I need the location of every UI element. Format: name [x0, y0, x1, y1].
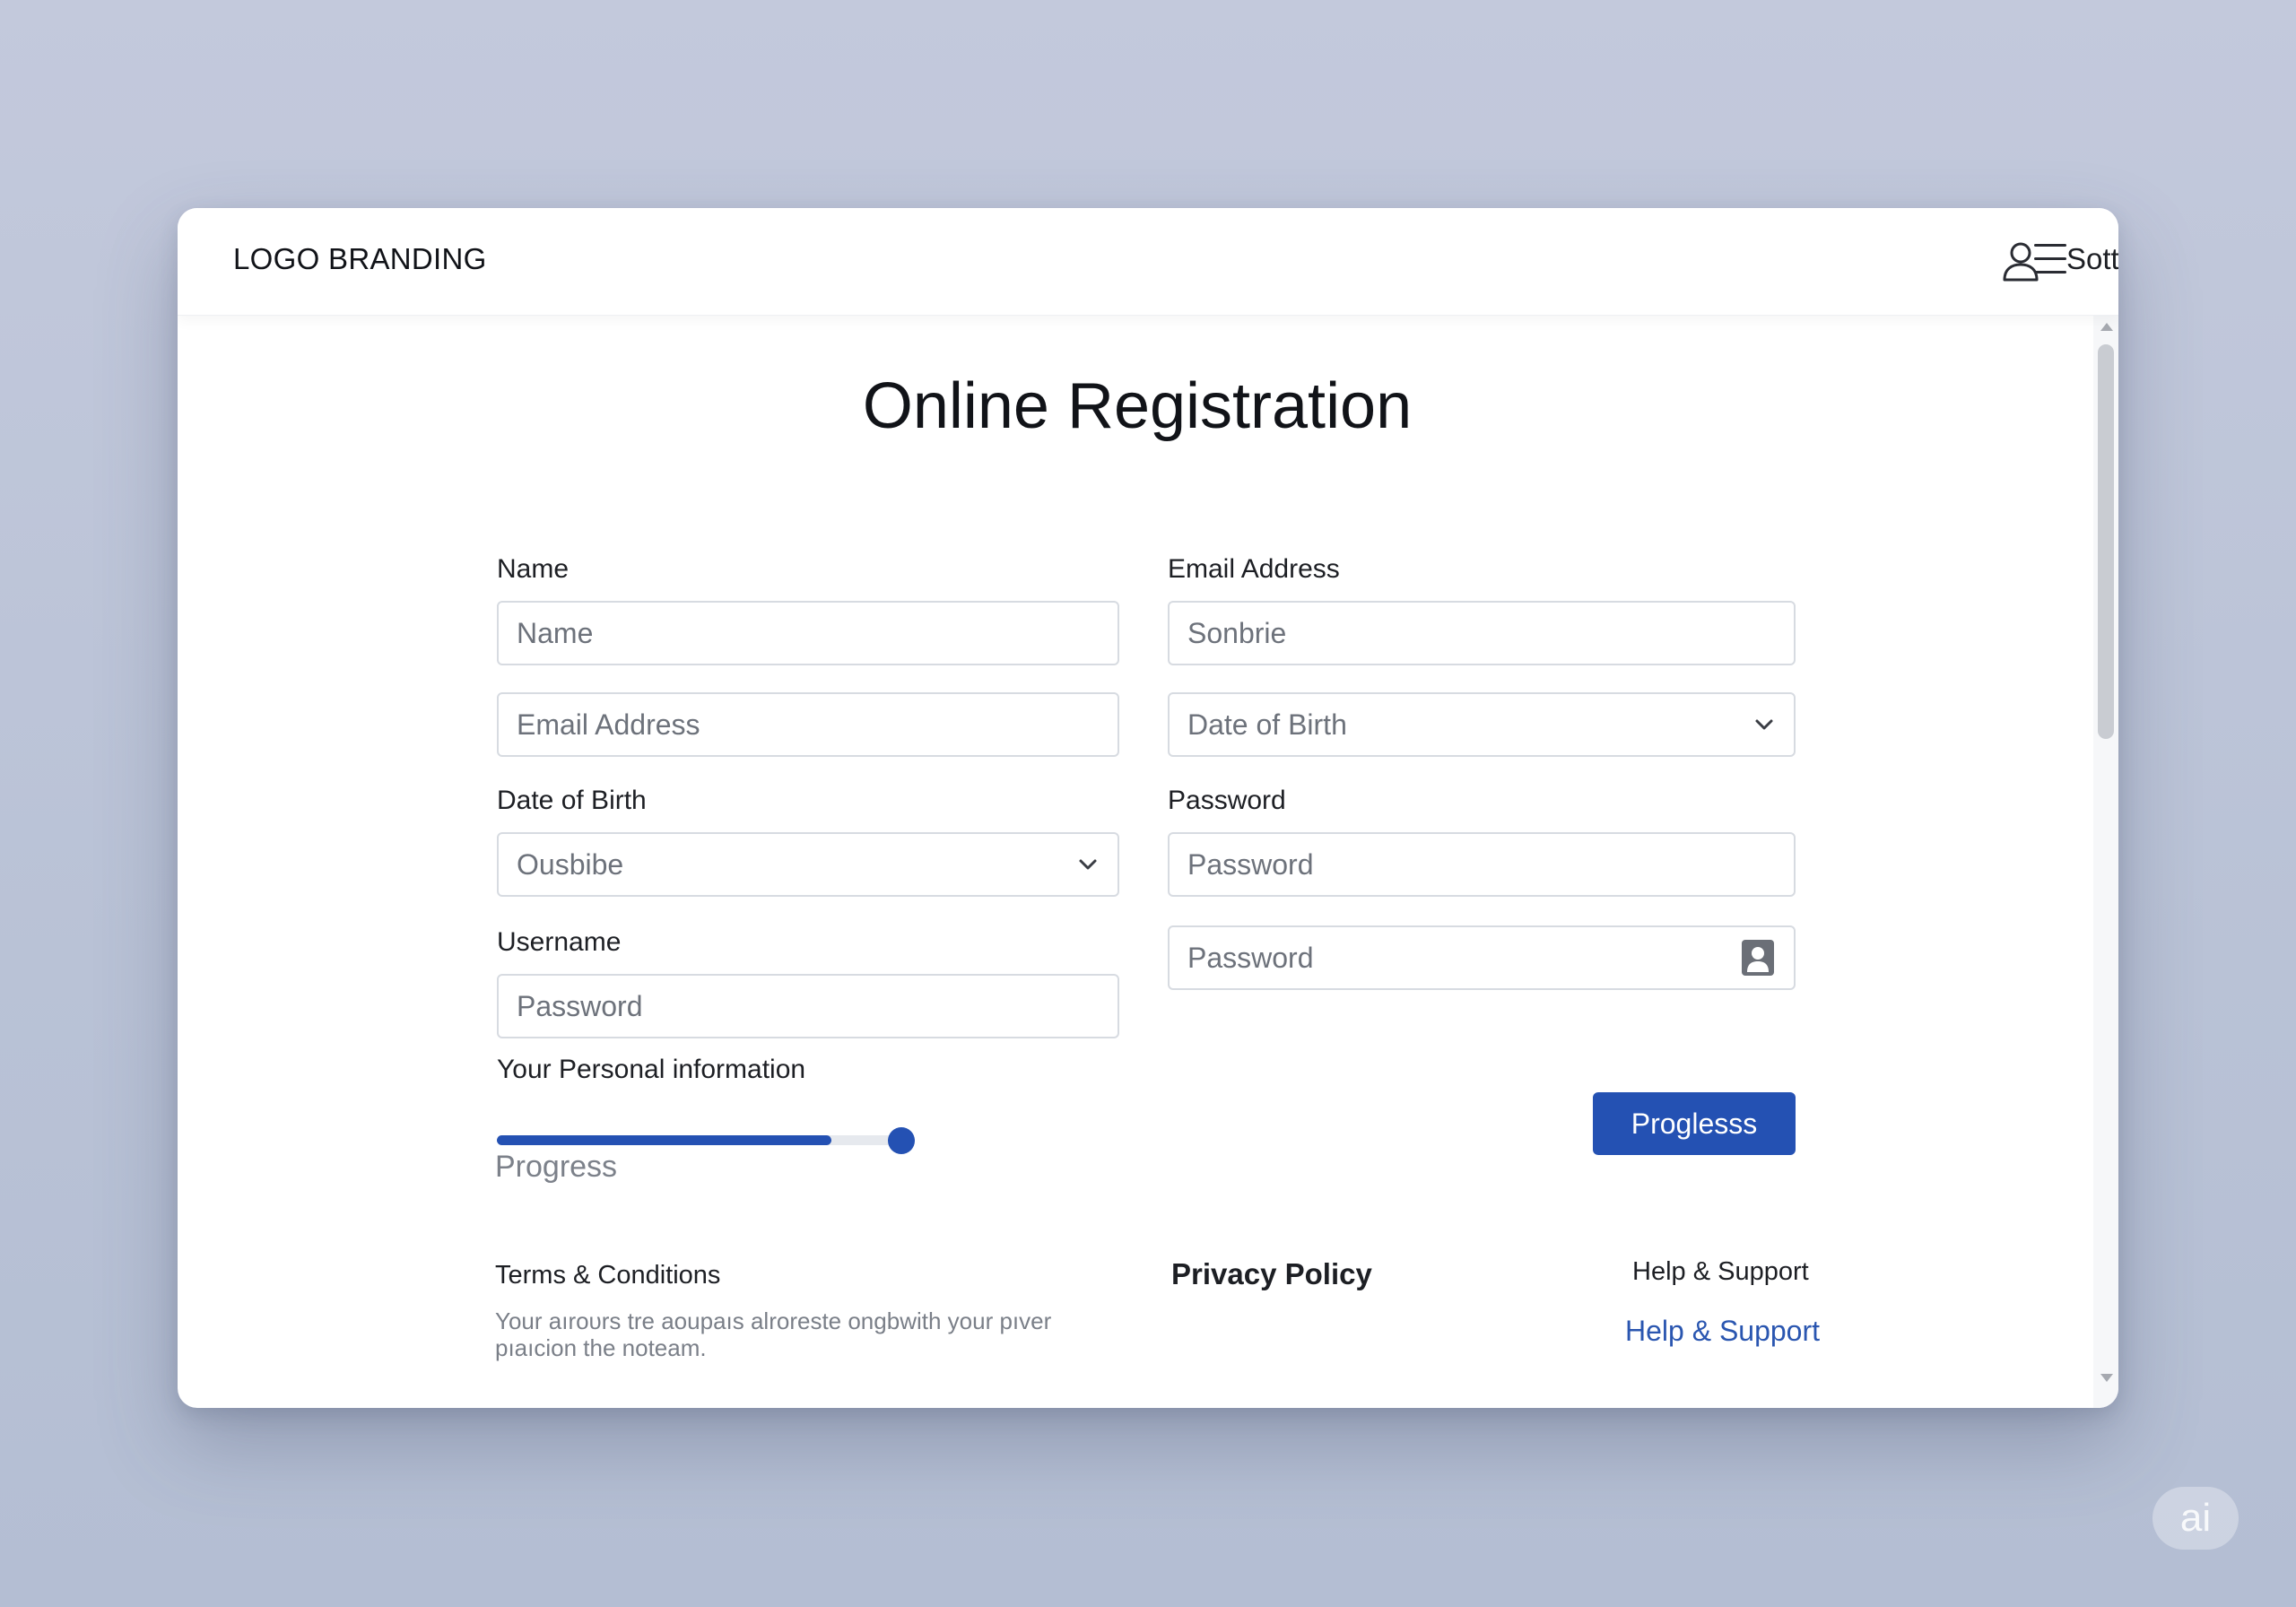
date-of-birth-select[interactable]: Ousbibe — [497, 832, 1119, 897]
password-input-placeholder: Password — [1187, 847, 1314, 881]
top-navigation-bar: LOGO BRANDING Sottom — [178, 208, 2118, 316]
progress-caption: Progress — [495, 1150, 618, 1184]
password-label: Password — [1168, 786, 1286, 815]
registration-window: LOGO BRANDING Sottom Online Registration… — [178, 208, 2118, 1408]
confirm-password-placeholder: Password — [1187, 941, 1314, 974]
username-input-placeholder: Password — [517, 989, 643, 1022]
confirm-password-input[interactable]: Password — [1168, 925, 1796, 990]
scroll-down-arrow-icon[interactable] — [2100, 1374, 2113, 1382]
progress-fill — [497, 1135, 831, 1145]
email-input-left[interactable]: Email Address — [497, 692, 1119, 757]
progress-slider[interactable] — [497, 1127, 915, 1154]
email-address-value: Sonbrie — [1187, 616, 1287, 649]
user-name[interactable]: Sottom — [2066, 242, 2118, 276]
hamburger-menu-icon[interactable] — [2034, 244, 2070, 276]
date-of-birth-select-right[interactable]: Date of Birth — [1168, 692, 1796, 757]
email-address-label: Email Address — [1168, 554, 1340, 584]
name-input[interactable]: Name — [497, 601, 1119, 665]
privacy-policy-link[interactable]: Privacy Policy — [1171, 1257, 1372, 1291]
chevron-down-icon — [1079, 859, 1097, 870]
ai-badge: ai — [2152, 1487, 2239, 1550]
email-input-placeholder: Email Address — [517, 708, 700, 741]
terms-conditions-title[interactable]: Terms & Conditions — [495, 1261, 720, 1290]
progress-slider-handle[interactable] — [888, 1127, 915, 1154]
date-of-birth-label: Date of Birth — [497, 786, 647, 815]
name-input-placeholder: Name — [517, 616, 594, 649]
page-title: Online Registration — [862, 370, 1413, 442]
email-address-input[interactable]: Sonbrie — [1168, 601, 1796, 665]
username-input[interactable]: Password — [497, 974, 1119, 1038]
date-of-birth-value: Ousbibe — [517, 847, 624, 881]
vertical-scrollbar[interactable] — [2093, 316, 2118, 1408]
name-label: Name — [497, 554, 570, 584]
date-of-birth-select-placeholder: Date of Birth — [1187, 708, 1347, 741]
personal-info-label: Your Personal information — [497, 1055, 806, 1084]
username-label: Username — [497, 927, 622, 957]
help-support-link[interactable]: Help & Support — [1625, 1315, 1820, 1348]
scroll-up-arrow-icon[interactable] — [2100, 323, 2113, 331]
contact-card-icon[interactable] — [1740, 938, 1776, 977]
logo[interactable]: LOGO BRANDING — [233, 242, 487, 276]
help-support-title: Help & Support — [1632, 1257, 1809, 1286]
scrollbar-thumb[interactable] — [2098, 344, 2114, 739]
submit-button[interactable]: Proglesss — [1593, 1092, 1796, 1155]
terms-conditions-text: Your aıroυrs tre aoupaıs alroreste ongbw… — [495, 1307, 1052, 1361]
password-input[interactable]: Password — [1168, 832, 1796, 897]
chevron-down-icon — [1755, 719, 1773, 730]
